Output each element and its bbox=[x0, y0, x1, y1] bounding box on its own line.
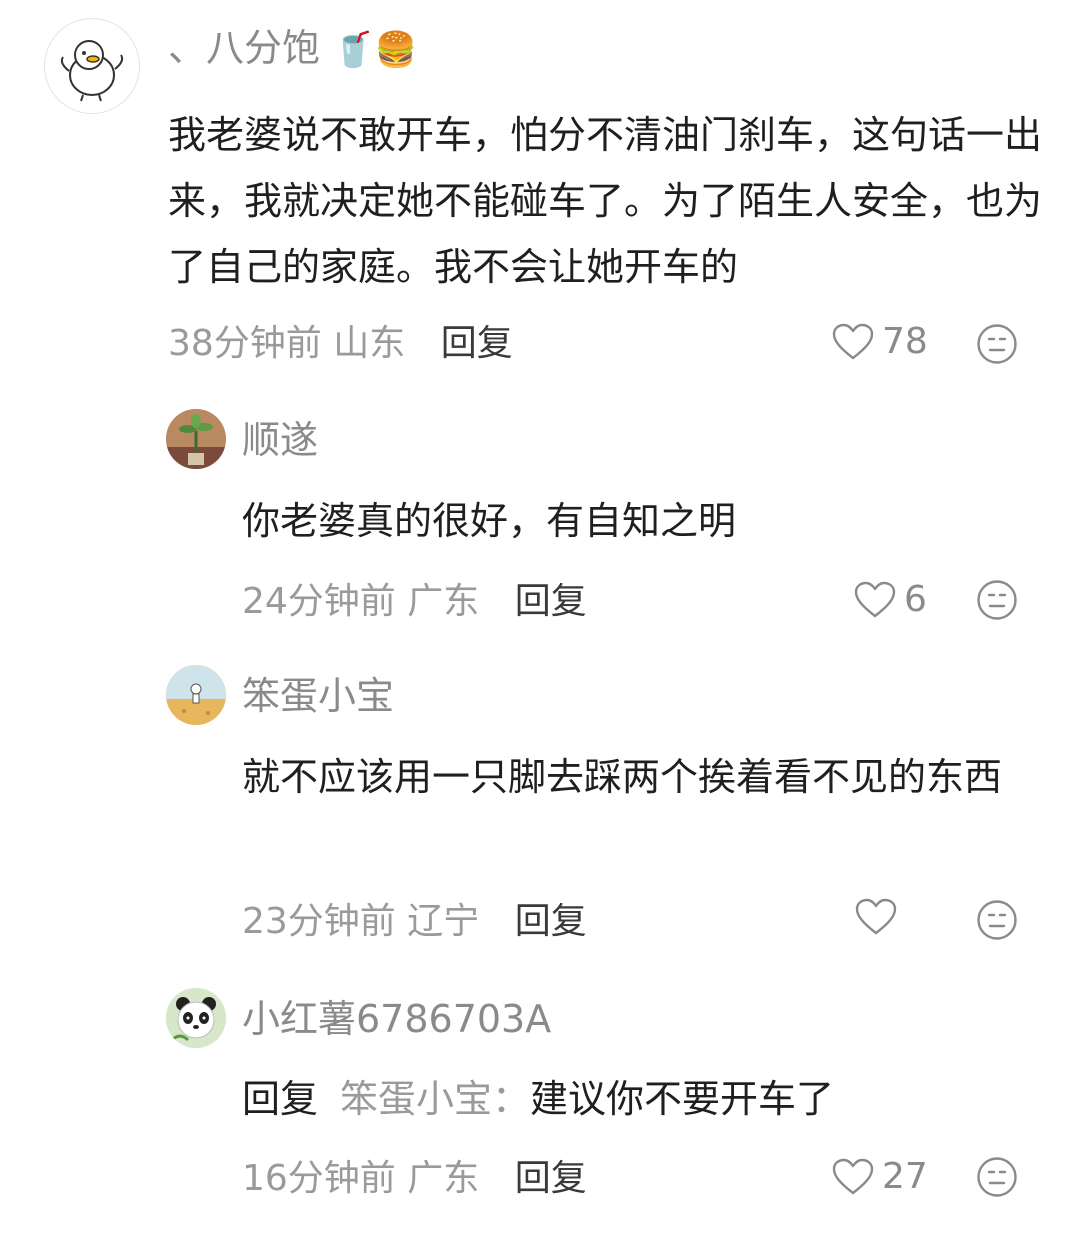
duck-avatar-icon bbox=[60, 40, 124, 102]
like-button[interactable]: 78 bbox=[832, 320, 928, 364]
heart-outline-icon bbox=[855, 898, 897, 935]
comment-meta: 16分钟前 广东 回复 bbox=[242, 1157, 587, 1201]
like-count: 78 bbox=[882, 321, 928, 362]
reply-target-user[interactable]: 笨蛋小宝： bbox=[340, 1077, 530, 1121]
reply-button[interactable]: 回复 bbox=[515, 901, 587, 942]
avatar-duck[interactable] bbox=[44, 18, 140, 114]
avatar-beach[interactable] bbox=[166, 665, 226, 725]
location: 辽宁 bbox=[407, 901, 480, 942]
timestamp: 23分钟前 bbox=[242, 901, 396, 942]
neutral-face-icon[interactable] bbox=[976, 323, 1018, 365]
reply-prefix: 回复 bbox=[242, 1077, 319, 1121]
reply-button[interactable]: 回复 bbox=[515, 581, 587, 622]
username[interactable]: 顺遂 bbox=[242, 418, 318, 462]
username[interactable]: 小红薯6786703A bbox=[242, 997, 551, 1041]
username[interactable]: 、八分饱 🥤🍔 bbox=[168, 26, 417, 72]
reply-button[interactable]: 回复 bbox=[441, 323, 513, 364]
heart-outline-icon bbox=[854, 581, 896, 618]
comment-meta: 38分钟前 山东 回复 bbox=[168, 322, 513, 366]
panda-avatar-icon bbox=[166, 988, 226, 1048]
timestamp: 38分钟前 bbox=[168, 323, 322, 364]
like-button[interactable]: 27 bbox=[832, 1155, 928, 1199]
plant-avatar-icon bbox=[166, 409, 226, 469]
comment-text: 我老婆说不敢开车，怕分不清油门刹车，这句话一出来，我就决定她不能碰车了。为了陌生… bbox=[168, 113, 1043, 289]
username[interactable]: 笨蛋小宝 bbox=[242, 674, 394, 718]
comment-text: 你老婆真的很好，有自知之明 bbox=[242, 499, 737, 543]
comment-text: 就不应该用一只脚去踩两个挨着看不见的东西 bbox=[242, 755, 1003, 799]
neutral-face-icon[interactable] bbox=[976, 1156, 1018, 1198]
neutral-face-icon[interactable] bbox=[976, 579, 1018, 621]
comment-meta: 24分钟前 广东 回复 bbox=[242, 580, 587, 624]
heart-outline-icon bbox=[832, 323, 874, 360]
drink-burger-emoji: 🥤🍔 bbox=[332, 30, 417, 70]
reply-button[interactable]: 回复 bbox=[515, 1158, 587, 1199]
timestamp: 16分钟前 bbox=[242, 1158, 396, 1199]
reply-text: 建议你不要开车了 bbox=[530, 1077, 835, 1121]
comment-meta: 23分钟前 辽宁 回复 bbox=[242, 900, 587, 944]
like-count: 27 bbox=[882, 1156, 928, 1197]
location: 山东 bbox=[333, 323, 406, 364]
avatar-plant[interactable] bbox=[166, 409, 226, 469]
like-button[interactable]: 6 bbox=[854, 578, 927, 622]
heart-outline-icon bbox=[832, 1158, 874, 1195]
timestamp: 24分钟前 bbox=[242, 581, 396, 622]
neutral-face-icon[interactable] bbox=[976, 899, 1018, 941]
beach-avatar-icon bbox=[166, 665, 226, 725]
location: 广东 bbox=[407, 581, 480, 622]
like-button[interactable] bbox=[855, 898, 905, 936]
location: 广东 bbox=[407, 1158, 480, 1199]
avatar-panda[interactable] bbox=[166, 988, 226, 1048]
username-text: 、八分饱 bbox=[168, 26, 321, 70]
like-count: 6 bbox=[904, 579, 927, 620]
comment-text: 回复 笨蛋小宝：建议你不要开车了 bbox=[242, 1066, 1042, 1132]
